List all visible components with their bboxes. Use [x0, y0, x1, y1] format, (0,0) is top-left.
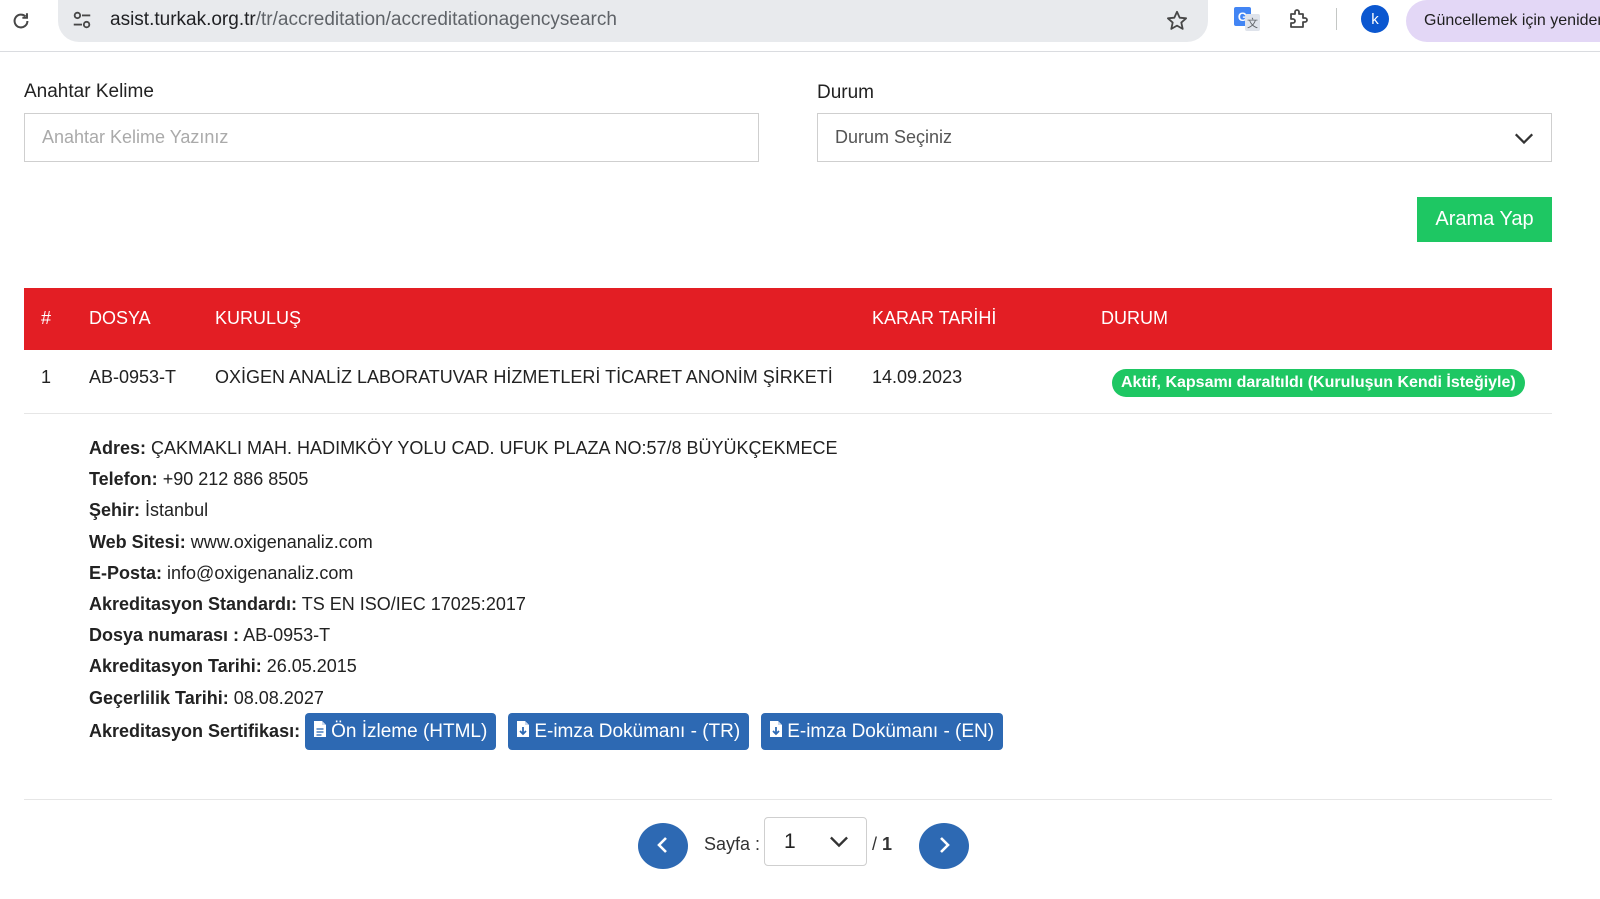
previous-page-button[interactable] [638, 823, 688, 869]
status-select-value: Durum Seçiniz [835, 127, 953, 147]
header-organization: KURULUŞ [215, 308, 302, 328]
organization-detail: Adres: ÇAKMAKLI MAH. HADIMKÖY YOLU CAD. … [89, 436, 838, 717]
detail-city: Şehir: İstanbul [89, 498, 838, 529]
download-document-icon [769, 720, 783, 744]
toolbar-divider [1336, 8, 1337, 30]
next-page-button[interactable] [919, 823, 969, 869]
detail-standard: Akreditasyon Standardı: TS EN ISO/IEC 17… [89, 592, 838, 623]
chevron-down-icon [828, 833, 850, 857]
detail-phone-label: Telefon: [89, 469, 158, 490]
url-text[interactable]: asist.turkak.org.tr/tr/accreditation/acc… [110, 9, 617, 31]
detail-address-value: ÇAKMAKLI MAH. HADIMKÖY YOLU CAD. UFUK PL… [151, 438, 838, 458]
detail-email: E-Posta: info@oxigenanaliz.com [89, 561, 838, 592]
chevron-right-icon [934, 835, 954, 858]
row-organization: OXİGEN ANALİZ LABORATUVAR HİZMETLERİ TİC… [215, 367, 833, 387]
e-signature-tr-label: E-imza Dokümanı - (TR) [534, 720, 741, 742]
row-decision-date: 14.09.2023 [872, 367, 963, 387]
status-badge: Aktif, Kapsamı daraltıldı (Kuruluşun Ken… [1112, 369, 1525, 397]
status-select[interactable]: Durum Seçiniz [817, 113, 1552, 162]
url-host: asist.turkak.org.tr [110, 9, 256, 30]
detail-phone-value: +90 212 886 8505 [162, 469, 309, 490]
detail-standard-label: Akreditasyon Standardı: [89, 593, 298, 614]
detail-accreditation-date-value: 26.05.2015 [266, 656, 357, 677]
detail-validity-date-value: 08.08.2027 [233, 687, 324, 708]
page-total-prefix: / [872, 834, 878, 854]
page-select-value: 1 [784, 829, 796, 853]
update-chrome-label: Güncellemek için yeniden başlatın [1424, 12, 1600, 29]
detail-website-label: Web Sitesi: [89, 531, 186, 552]
translate-icon[interactable]: G文 [1232, 4, 1262, 34]
detail-email-value: info@oxigenanaliz.com [167, 562, 354, 583]
browser-toolbar: asist.turkak.org.tr/tr/accreditation/acc… [0, 0, 1600, 52]
download-document-icon [516, 720, 530, 744]
table-row[interactable]: 1 AB-0953-T OXİGEN ANALİZ LABORATUVAR Hİ… [24, 350, 1552, 414]
update-chrome-button[interactable]: Güncellemek için yeniden başlatın [1406, 0, 1600, 42]
detail-address: Adres: ÇAKMAKLI MAH. HADIMKÖY YOLU CAD. … [89, 436, 838, 467]
detail-city-label: Şehir: [89, 500, 141, 521]
preview-html-label: Ön İzleme (HTML) [331, 720, 488, 742]
table-header: # DOSYA KURULUŞ KARAR TARİHİ DURUM [24, 288, 1552, 350]
site-settings-icon[interactable] [66, 4, 98, 36]
detail-file-number-label: Dosya numarası : [89, 625, 240, 646]
detail-validity-date-label: Geçerlilik Tarihi: [89, 687, 229, 708]
chevron-down-icon [1513, 127, 1535, 154]
page-select[interactable]: 1 [764, 817, 867, 866]
certificate-row: Akreditasyon Sertifikası: Ön İzleme (HTM… [89, 713, 1004, 750]
detail-validity-date: Geçerlilik Tarihi: 08.08.2027 [89, 686, 838, 717]
detail-file-number: Dosya numarası : AB-0953-T [89, 623, 838, 654]
e-signature-en-button[interactable]: E-imza Dokümanı - (EN) [761, 713, 1004, 750]
header-file: DOSYA [89, 308, 151, 328]
detail-city-value: İstanbul [145, 500, 209, 521]
page-total-value: 1 [882, 834, 893, 854]
row-index: 1 [41, 367, 52, 387]
reload-icon[interactable] [6, 6, 36, 36]
detail-phone: Telefon: +90 212 886 8505 [89, 467, 838, 498]
detail-website: Web Sitesi: www.oxigenanaliz.com [89, 530, 838, 561]
status-label: Durum [817, 82, 875, 103]
page-total: / 1 [872, 834, 892, 855]
search-button[interactable]: Arama Yap [1417, 197, 1552, 242]
detail-accreditation-date: Akreditasyon Tarihi: 26.05.2015 [89, 654, 838, 685]
document-icon [313, 720, 327, 744]
header-index: # [41, 308, 52, 328]
profile-avatar[interactable]: k [1361, 5, 1389, 33]
e-signature-en-label: E-imza Dokümanı - (EN) [787, 720, 995, 742]
keyword-input[interactable] [24, 113, 759, 162]
preview-html-button[interactable]: Ön İzleme (HTML) [305, 713, 497, 750]
chevron-left-icon [653, 835, 673, 858]
detail-standard-value: TS EN ISO/IEC 17025:2017 [301, 593, 526, 614]
detail-website-value: www.oxigenanaliz.com [190, 531, 373, 552]
detail-file-number-value: AB-0953-T [243, 625, 331, 646]
page-label: Sayfa : [704, 834, 761, 854]
header-decision-date: KARAR TARİHİ [872, 308, 997, 328]
url-path: /tr/accreditation/accreditationagencysea… [255, 9, 617, 30]
extensions-icon[interactable] [1284, 4, 1314, 34]
certificate-label: Akreditasyon Sertifikası: [89, 721, 301, 741]
e-signature-tr-button[interactable]: E-imza Dokümanı - (TR) [508, 713, 750, 750]
address-bar[interactable]: asist.turkak.org.tr/tr/accreditation/acc… [58, 0, 1208, 42]
svg-text:文: 文 [1247, 16, 1258, 30]
keyword-label: Anahtar Kelime [24, 81, 154, 102]
detail-email-label: E-Posta: [89, 562, 163, 583]
row-file: AB-0953-T [89, 367, 177, 387]
divider [24, 799, 1552, 800]
detail-accreditation-date-label: Akreditasyon Tarihi: [89, 656, 262, 677]
bookmark-star-icon[interactable] [1162, 6, 1192, 36]
header-status: DURUM [1101, 308, 1168, 328]
detail-address-label: Adres: [89, 438, 147, 458]
